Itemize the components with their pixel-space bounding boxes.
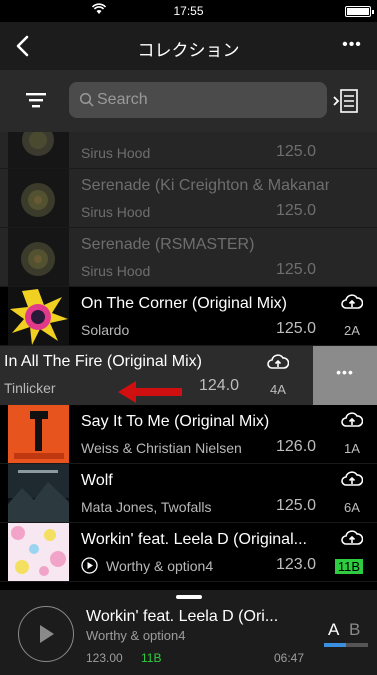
- left-arrow-icon: [118, 381, 182, 403]
- status-bar: 17:55: [0, 0, 377, 22]
- track-title: Serenade (Ki Creighton & Makanan...: [81, 177, 329, 194]
- deck-indicator: [324, 643, 368, 647]
- now-playing-icon: [81, 557, 98, 574]
- player-key: 11B: [141, 651, 162, 665]
- cloud-upload-icon[interactable]: [341, 411, 363, 429]
- track-bpm: 125.0: [276, 261, 317, 278]
- track-key: 1A: [344, 441, 360, 456]
- track-row[interactable]: Say It To Me (Original Mix) Weiss & Chri…: [0, 405, 377, 464]
- player-track-artist: Worthy & option4: [86, 628, 186, 643]
- track-artist: Sirus Hood: [81, 263, 151, 279]
- track-artist: Mata Jones, Twofalls: [81, 499, 212, 515]
- status-time: 17:55: [173, 4, 204, 18]
- track-row[interactable]: Serenade (Ki Creighton & Makanan... Siru…: [0, 169, 377, 228]
- track-artist: Sirus Hood: [81, 204, 151, 220]
- track-title: Wolf: [81, 472, 113, 489]
- track-artist: Sirus Hood: [81, 145, 151, 161]
- player-bpm: 123.00: [86, 651, 123, 665]
- cloud-upload-icon[interactable]: [341, 470, 363, 488]
- track-title: Workin' feat. Leela D (Original...: [81, 531, 307, 548]
- track-row[interactable]: Wolf Mata Jones, Twofalls 125.0 6A: [0, 464, 377, 523]
- search-toolbar: Search: [0, 70, 377, 132]
- track-artist: Solardo: [81, 322, 130, 338]
- track-bpm: 126.0: [276, 438, 317, 455]
- track-bpm: 125.0: [276, 320, 317, 337]
- track-bpm: 125.0: [276, 143, 317, 160]
- player-drag-handle[interactable]: [176, 595, 202, 599]
- battery-icon: [345, 6, 374, 17]
- cloud-upload-icon[interactable]: [341, 293, 363, 311]
- page-title: コレクション: [137, 41, 240, 60]
- cloud-upload-icon[interactable]: [341, 529, 363, 547]
- track-key: 4A: [270, 382, 286, 397]
- track-title: On The Corner (Original Mix): [81, 295, 287, 312]
- list-view-icon[interactable]: [333, 88, 359, 114]
- track-title: Say It To Me (Original Mix): [81, 413, 270, 430]
- track-artwork: [8, 405, 69, 463]
- swiped-row-content[interactable]: In All The Fire (Original Mix) Tinlicker…: [0, 346, 313, 405]
- cloud-upload-icon[interactable]: [267, 353, 289, 371]
- more-icon[interactable]: •••: [341, 36, 363, 54]
- track-row-now-playing[interactable]: Workin' feat. Leela D (Original... Worth…: [0, 523, 377, 582]
- track-key: 11B: [334, 559, 363, 574]
- search-placeholder: Search: [97, 91, 148, 108]
- track-key: 6A: [344, 500, 360, 515]
- swipe-more-button[interactable]: •••: [313, 346, 377, 405]
- track-row-swiped[interactable]: In All The Fire (Original Mix) Tinlicker…: [0, 346, 377, 405]
- filter-icon[interactable]: [24, 90, 48, 110]
- track-row[interactable]: Sirus Hood 125.0: [0, 132, 377, 169]
- play-button[interactable]: [18, 606, 74, 662]
- track-artwork: [8, 132, 69, 168]
- search-input[interactable]: Search: [69, 82, 327, 118]
- track-bpm: 124.0: [199, 377, 240, 394]
- track-artwork: [8, 464, 69, 522]
- track-artwork: [8, 287, 69, 345]
- deck-a-button[interactable]: A: [328, 620, 339, 640]
- track-bpm: 123.0: [276, 556, 317, 573]
- track-row[interactable]: On The Corner (Original Mix) Solardo 125…: [0, 287, 377, 346]
- player-track-title: Workin' feat. Leela D (Ori...: [86, 608, 279, 625]
- deck-b-button[interactable]: B: [349, 620, 360, 640]
- track-bpm: 125.0: [276, 497, 317, 514]
- track-title: Serenade (RSMASTER): [81, 236, 255, 253]
- track-artwork: [8, 169, 69, 227]
- deck-indicator-fill: [324, 643, 346, 647]
- nav-bar: コレクション •••: [0, 22, 377, 70]
- track-key: 2A: [344, 323, 360, 338]
- play-icon: [40, 625, 54, 643]
- search-icon: [79, 92, 94, 107]
- track-artwork: [8, 228, 69, 286]
- mini-player[interactable]: Workin' feat. Leela D (Ori... Worthy & o…: [0, 590, 377, 675]
- track-title: In All The Fire (Original Mix): [4, 353, 202, 370]
- track-row[interactable]: Serenade (RSMASTER) Sirus Hood 125.0: [0, 228, 377, 287]
- track-artist: Weiss & Christian Nielsen: [81, 440, 242, 456]
- track-artist: Tinlicker: [4, 380, 56, 396]
- track-list[interactable]: Sirus Hood 125.0 Serenade (Ki Creighton …: [0, 132, 377, 590]
- track-bpm: 125.0: [276, 202, 317, 219]
- track-artwork: [8, 523, 69, 581]
- track-artist: Worthy & option4: [106, 558, 214, 574]
- player-time: 06:47: [274, 651, 305, 665]
